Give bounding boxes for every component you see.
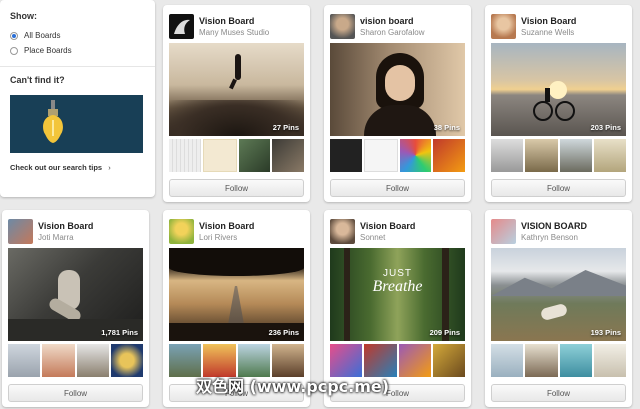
thumbnail[interactable] [491,344,524,377]
board-card[interactable]: Vision Board Suzanne Wells 203 Pins Foll… [485,5,632,202]
thumbnail[interactable] [559,344,592,377]
thumbnail[interactable] [525,139,558,172]
follow-button[interactable]: Follow [491,179,626,197]
thumbnail[interactable] [238,139,271,172]
board-title[interactable]: vision board [360,16,414,26]
thumbnail[interactable] [398,344,431,377]
watermark: 双色网 (www.pcpc.me) [196,377,390,396]
board-cover[interactable]: 236 Pins [169,248,304,341]
board-title[interactable]: VISION BOARD [521,221,587,231]
place-boards-radio[interactable] [10,46,18,55]
thumbnail[interactable] [363,139,398,172]
board-card[interactable]: Vision Board Joti Marra 1,781 Pins Follo… [2,210,149,407]
board-cover[interactable]: 193 Pins [491,248,626,341]
all-boards-radio[interactable] [10,31,18,40]
board-header: vision board Sharon Garofalow [330,14,465,42]
sidebar-divider [0,66,155,67]
avatar[interactable] [330,219,355,244]
avatar[interactable] [330,14,355,39]
pin-count: 193 Pins [590,328,621,337]
thumbnail[interactable] [559,139,592,172]
pin-count: 236 Pins [268,328,299,337]
board-title[interactable]: Vision Board [199,221,254,231]
thumbnail[interactable] [169,139,201,172]
search-tips-label: Check out our search tips [10,163,103,172]
avatar[interactable] [169,219,194,244]
thumbnail[interactable] [272,139,304,172]
chevron-right-icon: › [108,163,111,172]
pin-count: 27 Pins [272,123,299,132]
board-owner[interactable]: Kathryn Benson [521,233,578,242]
pin-count: 1,781 Pins [101,328,138,337]
board-thumbnails [491,139,626,172]
thumbnail[interactable] [593,344,626,377]
cant-find-heading: Can't find it? [10,75,65,85]
thumbnail[interactable] [593,139,626,172]
thumbnail[interactable] [330,139,362,172]
avatar[interactable] [491,14,516,39]
board-header: Vision Board Lori Rivers [169,219,304,247]
board-title[interactable]: Vision Board [521,16,576,26]
board-cover[interactable]: 1,781 Pins [8,248,143,341]
board-owner[interactable]: Sharon Garofalow [360,28,424,37]
board-title[interactable]: Vision Board [360,221,415,231]
thumbnail[interactable] [202,139,237,172]
follow-button[interactable]: Follow [169,179,304,197]
board-header: Vision Board Sonnet [330,219,465,247]
board-title[interactable]: Vision Board [199,16,254,26]
board-header: Vision Board Suzanne Wells [491,14,626,42]
search-tips-link[interactable]: Check out our search tips › [10,163,145,172]
all-boards-label: All Boards [24,31,61,40]
thumbnail[interactable] [110,344,143,377]
board-cover[interactable]: 203 Pins [491,43,626,136]
thumbnail[interactable] [433,139,465,172]
follow-button[interactable]: Follow [8,384,143,402]
search-tips-banner[interactable] [10,95,143,153]
board-thumbnails [491,344,626,377]
avatar[interactable] [491,219,516,244]
board-cover[interactable]: 27 Pins [169,43,304,136]
board-owner[interactable]: Suzanne Wells [521,28,574,37]
board-cover[interactable]: 38 Pins [330,43,465,136]
thumbnail[interactable] [491,139,524,172]
pin-count: 38 Pins [433,123,460,132]
follow-button[interactable]: Follow [330,179,465,197]
board-owner[interactable]: Many Muses Studio [199,28,269,37]
board-thumbnails [169,139,304,172]
board-card[interactable]: vision board Sharon Garofalow 38 Pins Fo… [324,5,471,202]
thumbnail[interactable] [432,344,465,377]
follow-button[interactable]: Follow [491,384,626,402]
board-owner[interactable]: Joti Marra [38,233,74,242]
thumbnail[interactable] [525,344,558,377]
pin-count: 209 Pins [429,328,460,337]
avatar[interactable] [8,219,33,244]
board-card[interactable]: VISION BOARD Kathryn Benson 193 Pins Fol… [485,210,632,407]
lightbulb-icon [43,100,63,143]
cover-text-breathe: Breathe [372,278,423,295]
board-header: VISION BOARD Kathryn Benson [491,219,626,247]
all-boards-option[interactable]: All Boards [10,31,145,40]
filter-sidebar: Show: All Boards Place Boards Can't find… [0,0,155,197]
board-owner[interactable]: Lori Rivers [199,233,237,242]
place-boards-option[interactable]: Place Boards [10,46,145,55]
thumbnail[interactable] [8,344,41,377]
board-header: Vision Board Many Muses Studio [169,14,304,42]
thumbnail[interactable] [399,139,432,172]
thumbnail[interactable] [76,344,109,377]
place-boards-label: Place Boards [24,46,72,55]
pin-count: 203 Pins [590,123,621,132]
board-card[interactable]: Vision Board Many Muses Studio 27 Pins F… [163,5,310,202]
show-heading: Show: [10,11,37,21]
avatar[interactable] [169,14,194,39]
thumbnail[interactable] [42,344,75,377]
board-header: Vision Board Joti Marra [8,219,143,247]
board-cover[interactable]: JUST Breathe 209 Pins [330,248,465,341]
board-thumbnails [330,139,465,172]
board-owner[interactable]: Sonnet [360,233,385,242]
board-title[interactable]: Vision Board [38,221,93,231]
board-thumbnails [8,344,143,377]
